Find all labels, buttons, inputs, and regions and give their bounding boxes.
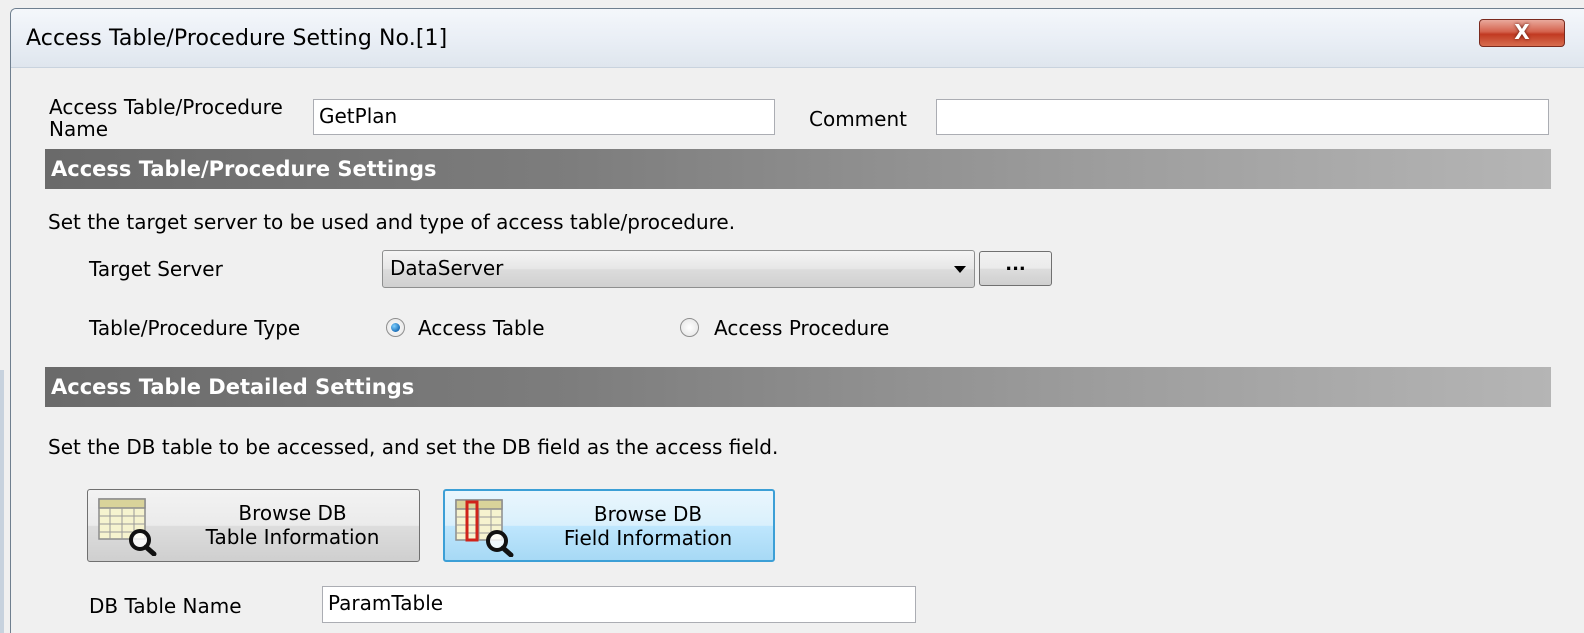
- comment-label: Comment: [809, 107, 907, 131]
- table-search-icon: [98, 498, 157, 556]
- field-search-icon: [455, 499, 514, 557]
- server-browse-button[interactable]: ...: [979, 251, 1052, 286]
- browse-field-info-button[interactable]: Browse DB Field Information: [443, 489, 775, 562]
- dropdown-arrow-icon: [954, 266, 966, 273]
- close-button[interactable]: X: [1479, 19, 1565, 47]
- access-table-radio[interactable]: [386, 318, 405, 337]
- detail-section-header: Access Table Detailed Settings: [45, 367, 1551, 407]
- access-procedure-radio-label[interactable]: Access Procedure: [714, 316, 889, 340]
- title-bar[interactable]: Access Table/Procedure Setting No.[1] X: [11, 9, 1584, 67]
- access-table-radio-label[interactable]: Access Table: [418, 316, 545, 340]
- name-input[interactable]: GetPlan: [313, 99, 775, 135]
- name-label-line1: Access Table/Procedure: [49, 95, 283, 119]
- name-label: Access Table/Procedure Name: [49, 96, 283, 140]
- browse-field-info-text: Browse DB Field Information: [533, 502, 763, 550]
- background-window-edge: [0, 370, 4, 633]
- browse-table-line2: Table Information: [205, 525, 380, 549]
- browse-table-info-button[interactable]: Browse DB Table Information: [87, 489, 420, 562]
- table-procedure-type-label: Table/Procedure Type: [89, 316, 301, 340]
- target-server-select[interactable]: DataServer: [382, 250, 975, 288]
- browse-table-line1: Browse DB: [238, 501, 347, 525]
- browse-table-info-text: Browse DB Table Information: [176, 501, 409, 549]
- window-title: Access Table/Procedure Setting No.[1]: [26, 26, 448, 51]
- db-table-name-input[interactable]: ParamTable: [322, 586, 916, 623]
- name-label-line2: Name: [49, 117, 109, 141]
- comment-input[interactable]: [936, 99, 1549, 135]
- radio-selected-dot-icon: [391, 323, 400, 332]
- detail-description: Set the DB table to be accessed, and set…: [48, 435, 779, 459]
- browse-field-line2: Field Information: [563, 526, 733, 550]
- browse-field-line1: Browse DB: [593, 502, 703, 526]
- access-procedure-radio[interactable]: [680, 318, 699, 337]
- target-server-label: Target Server: [89, 257, 223, 281]
- dialog-client-area: Access Table/Procedure Name GetPlan Comm…: [11, 67, 1584, 633]
- db-table-name-label: DB Table Name: [89, 594, 242, 618]
- target-server-value: DataServer: [390, 256, 504, 280]
- settings-description: Set the target server to be used and typ…: [48, 210, 736, 234]
- settings-section-header: Access Table/Procedure Settings: [45, 149, 1551, 189]
- dialog-window: Access Table/Procedure Setting No.[1] X …: [10, 8, 1584, 633]
